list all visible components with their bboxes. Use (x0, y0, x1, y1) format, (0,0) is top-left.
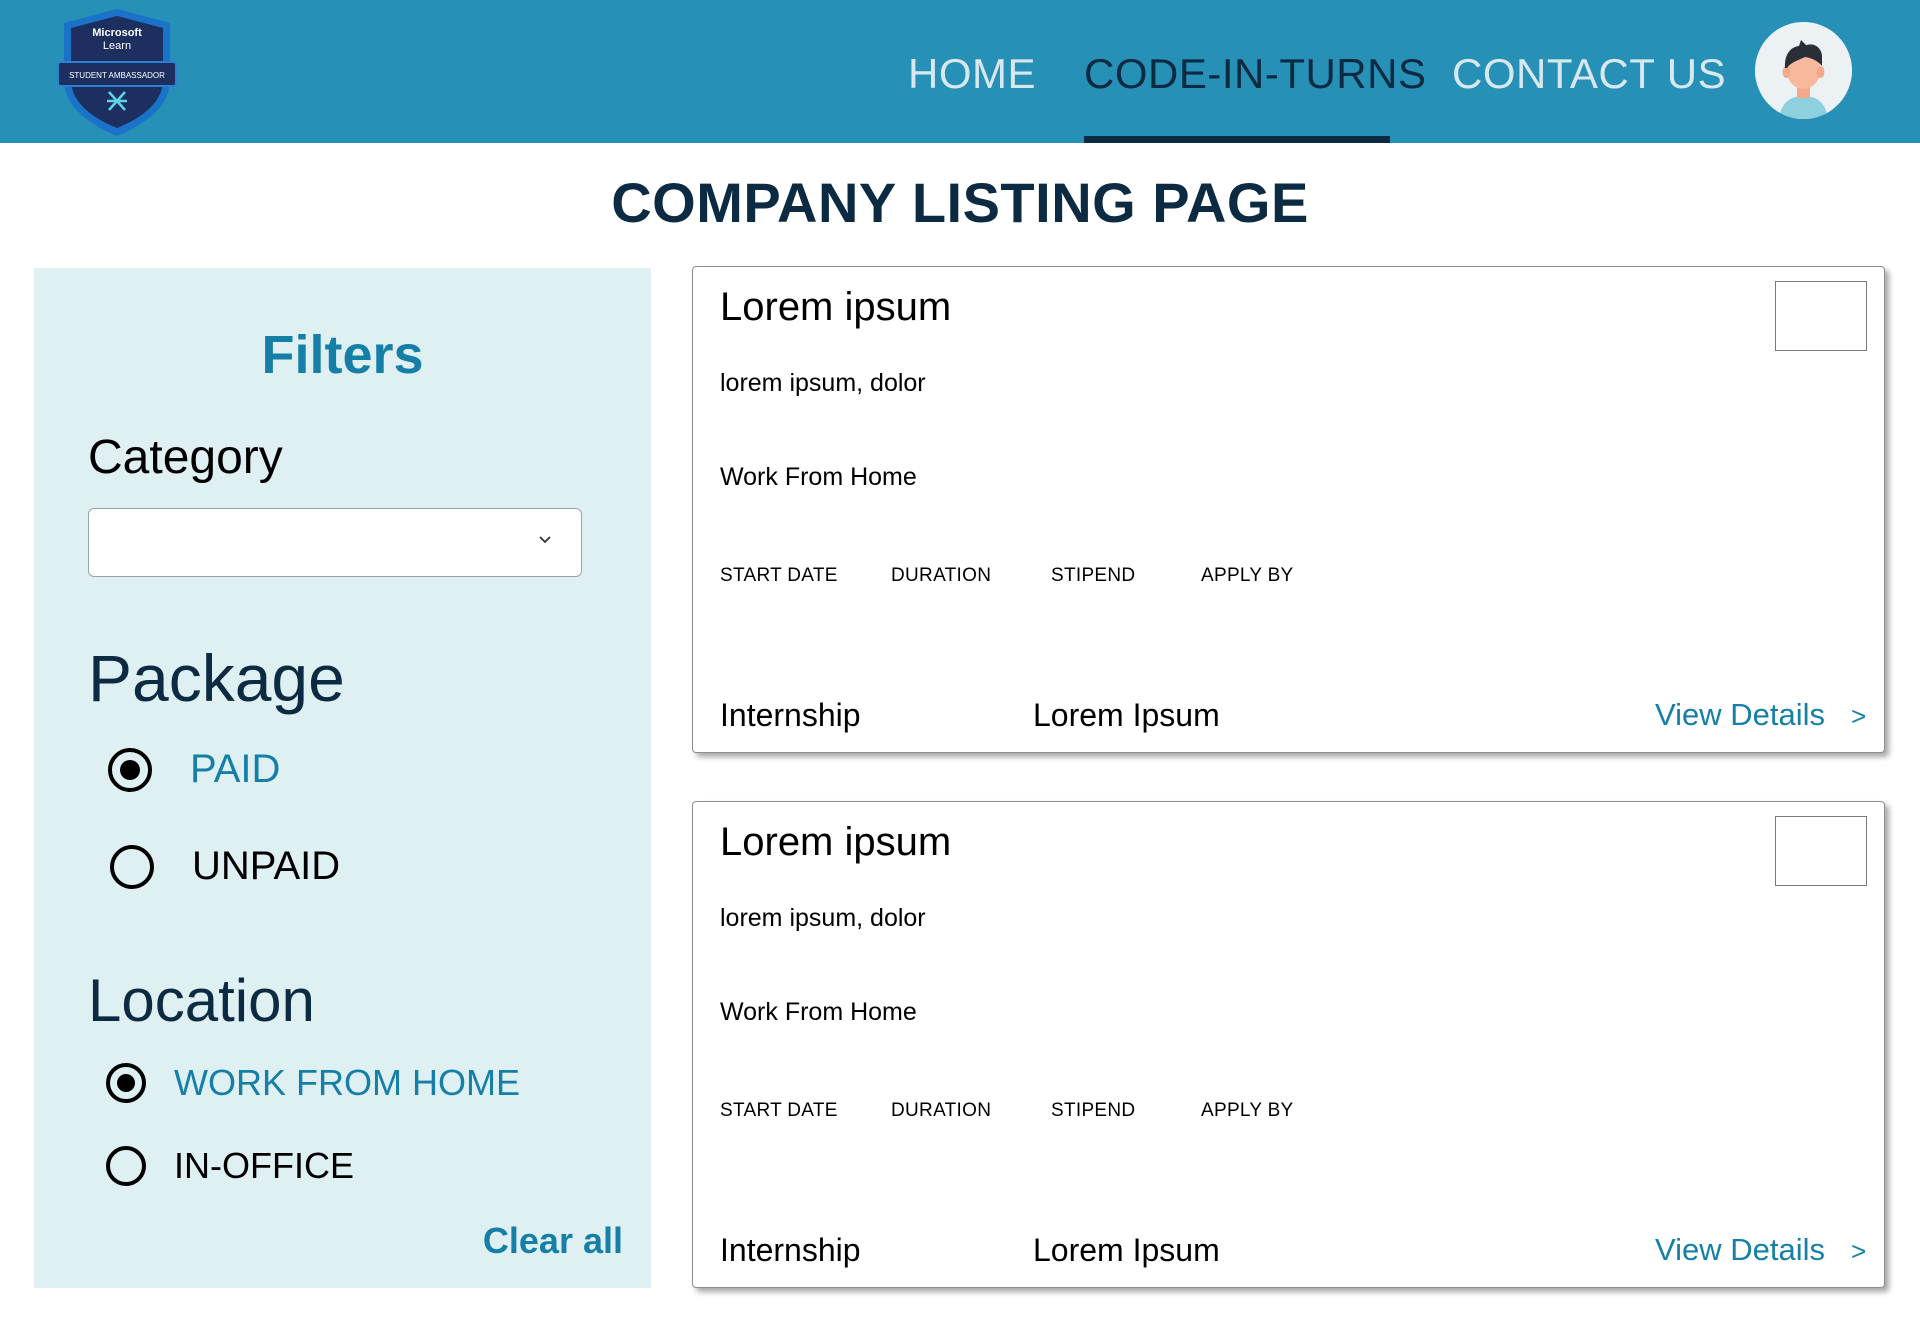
view-details-link[interactable]: View Details (1655, 697, 1825, 733)
radio-unchecked-icon[interactable] (106, 1146, 146, 1186)
logo-line2: Learn (103, 40, 131, 52)
nav-contact-us[interactable]: CONTACT US (1452, 50, 1726, 98)
filters-panel: Filters Category Package PAID UNPAID Loc… (34, 268, 651, 1288)
listing-location: Work From Home (720, 463, 917, 491)
top-nav-bar: Microsoft Learn STUDENT AMBASSADOR HOME … (0, 0, 1920, 143)
radio-checked-icon[interactable] (108, 747, 152, 792)
logo-line1: Microsoft (92, 27, 142, 39)
meta-start-date: START DATE (720, 565, 838, 586)
location-option-label: WORK FROM HOME (174, 1062, 520, 1103)
listing-type: Internship (720, 1232, 861, 1268)
listing-type: Internship (720, 697, 861, 733)
radio-checked-icon[interactable] (106, 1063, 146, 1103)
clear-all-link[interactable]: Clear all (483, 1220, 623, 1262)
listing-title: Lorem ipsum (720, 285, 952, 329)
meta-apply-by: APPLY BY (1201, 565, 1294, 586)
package-option-unpaid[interactable]: UNPAID (110, 844, 340, 889)
chevron-down-icon (539, 536, 551, 544)
package-option-paid[interactable]: PAID (108, 747, 280, 792)
location-label: Location (88, 967, 315, 1034)
chevron-right-icon[interactable]: > (1851, 1236, 1866, 1267)
listing-company: lorem ipsum, dolor (720, 904, 926, 932)
shield-badge-icon: Microsoft Learn STUDENT AMBASSADOR (57, 9, 177, 136)
package-label: Package (88, 641, 345, 715)
meta-duration: DURATION (891, 1100, 992, 1121)
listing-title: Lorem ipsum (720, 820, 952, 864)
view-details-link[interactable]: View Details (1655, 1232, 1825, 1268)
meta-apply-by: APPLY BY (1201, 1100, 1294, 1121)
listing-company: lorem ipsum, dolor (720, 369, 926, 397)
listing-org: Lorem Ipsum (1033, 697, 1220, 733)
nav-code-in-turns[interactable]: CODE-IN-TURNS (1084, 50, 1426, 98)
listing-location: Work From Home (720, 998, 917, 1026)
location-option-label: IN-OFFICE (174, 1145, 354, 1186)
category-select[interactable] (88, 508, 582, 577)
page-title: COMPANY LISTING PAGE (611, 171, 1309, 234)
radio-unchecked-icon[interactable] (110, 844, 154, 889)
user-avatar-icon (1755, 22, 1852, 119)
package-option-label: PAID (190, 747, 281, 791)
filters-title: Filters (261, 325, 424, 385)
meta-stipend: STIPEND (1051, 565, 1136, 586)
package-option-label: UNPAID (192, 844, 341, 888)
chevron-right-icon[interactable]: > (1851, 701, 1866, 732)
company-logo-placeholder (1775, 816, 1867, 886)
active-tab-indicator (1084, 136, 1390, 143)
listing-card[interactable]: Lorem ipsum lorem ipsum, dolor Work From… (692, 266, 1885, 753)
nav-home[interactable]: HOME (908, 50, 1036, 98)
category-label: Category (88, 431, 283, 484)
listing-card[interactable]: Lorem ipsum lorem ipsum, dolor Work From… (692, 801, 1885, 1288)
company-logo-placeholder (1775, 281, 1867, 351)
microsoft-learn-student-ambassador-logo[interactable]: Microsoft Learn STUDENT AMBASSADOR (56, 6, 178, 138)
location-option-work-from-home[interactable]: WORK FROM HOME (106, 1062, 520, 1104)
meta-duration: DURATION (891, 565, 992, 586)
location-option-in-office[interactable]: IN-OFFICE (106, 1145, 354, 1187)
meta-stipend: STIPEND (1051, 1100, 1136, 1121)
meta-start-date: START DATE (720, 1100, 838, 1121)
logo-ribbon: STUDENT AMBASSADOR (69, 71, 165, 80)
user-avatar[interactable] (1755, 22, 1852, 119)
listing-org: Lorem Ipsum (1033, 1232, 1220, 1268)
